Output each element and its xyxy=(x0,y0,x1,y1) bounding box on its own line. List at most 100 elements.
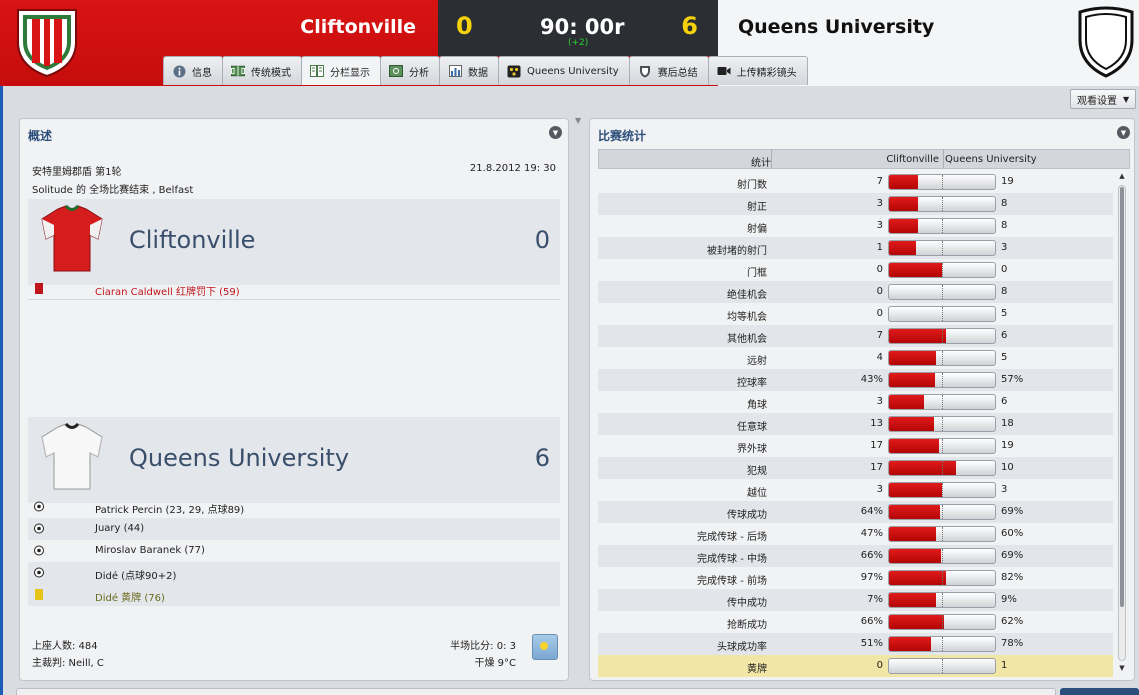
stats-scrollbar[interactable]: ▲ ▼ xyxy=(1116,171,1127,675)
home-team-summary: Cliftonville 0 xyxy=(28,199,560,285)
stat-name: 被封堵的射门 xyxy=(707,246,767,257)
column-header-away[interactable]: Queens University xyxy=(945,154,1037,165)
analysis-icon xyxy=(389,65,403,78)
stat-row: 完成传球 - 前场 97% 82% xyxy=(598,567,1113,589)
stat-away-value: 60% xyxy=(1001,528,1024,539)
stat-bar-fill xyxy=(889,505,940,519)
stat-name: 门框 xyxy=(747,268,767,279)
scroll-down-icon[interactable]: ▼ xyxy=(1117,663,1127,673)
view-settings-label: 观看设置 xyxy=(1077,95,1117,107)
home-shirt-icon xyxy=(41,204,103,272)
stat-row: 传球成功 64% 69% xyxy=(598,501,1113,523)
stat-away-value: 10 xyxy=(1001,462,1014,473)
stat-home-value: 66% xyxy=(860,550,883,561)
stat-bar-fill xyxy=(889,351,936,365)
stat-row: 远射 4 5 xyxy=(598,347,1113,369)
stat-comparison-bar xyxy=(888,416,996,432)
match-header: Cliftonville 0 90: 00r (+2) 6 Queens Uni… xyxy=(0,0,1139,86)
view-settings-button[interactable]: 观看设置 ▼ xyxy=(1070,89,1136,109)
stat-comparison-bar xyxy=(888,460,996,476)
stat-bar-midline xyxy=(942,373,943,387)
column-header-stat[interactable]: 统计 xyxy=(599,154,771,169)
stat-away-value: 19 xyxy=(1001,176,1014,187)
stat-bar-fill xyxy=(889,549,941,563)
stat-bar-midline xyxy=(942,197,943,211)
home-crest-icon xyxy=(17,9,77,78)
column-header-home[interactable]: Cliftonville xyxy=(773,154,939,165)
stat-home-value: 17 xyxy=(870,462,883,473)
match-event: Miroslav Baranek (77) xyxy=(28,540,560,562)
stat-comparison-bar xyxy=(888,438,996,454)
stat-row: 射正 3 8 xyxy=(598,193,1113,215)
panel-menu-icon[interactable]: ▼ xyxy=(549,126,562,139)
stat-row: 门框 0 0 xyxy=(598,259,1113,281)
stat-comparison-bar xyxy=(888,284,996,300)
stat-away-value: 3 xyxy=(1001,242,1008,253)
tab-label: 赛后总结 xyxy=(657,67,698,79)
panel-splitter-handle[interactable]: ▼ xyxy=(575,116,582,125)
stat-bar-fill xyxy=(889,197,918,211)
stat-name: 远射 xyxy=(747,356,767,367)
panel-menu-icon[interactable]: ▼ xyxy=(1117,126,1130,139)
stat-home-value: 97% xyxy=(860,572,883,583)
stat-bar-midline xyxy=(942,439,943,453)
stat-row: 界外球 17 19 xyxy=(598,435,1113,457)
tab-info[interactable]: 信息 xyxy=(163,56,223,85)
away-team-title[interactable]: Queens University xyxy=(129,444,349,472)
pitch-icon xyxy=(231,65,245,78)
stat-bar-midline xyxy=(942,615,943,629)
stat-bar-midline xyxy=(942,571,943,585)
scrollbar-track[interactable] xyxy=(1118,185,1126,661)
stat-name: 射偏 xyxy=(747,224,767,235)
stat-away-value: 6 xyxy=(1001,396,1008,407)
stat-row: 均等机会 0 5 xyxy=(598,303,1113,325)
continue-button[interactable] xyxy=(1060,688,1139,695)
match-venue: Solitude 的 全场比赛结束 , Belfast xyxy=(32,185,194,196)
stat-bar-midline xyxy=(942,527,943,541)
tab-opponent[interactable]: Queens University xyxy=(498,56,630,85)
stat-home-value: 51% xyxy=(860,638,883,649)
tab-upload-highlights[interactable]: 上传精彩镜头 xyxy=(707,56,808,85)
scrollbar-thumb[interactable] xyxy=(1120,187,1124,607)
stat-bar-fill xyxy=(889,373,935,387)
tab-split-view[interactable]: 分栏显示 xyxy=(301,56,381,85)
home-team-title[interactable]: Cliftonville xyxy=(129,226,255,254)
stat-bar-fill xyxy=(889,241,916,255)
stat-bar-fill xyxy=(889,527,936,541)
tab-data[interactable]: 数据 xyxy=(439,56,499,85)
tab-classic[interactable]: 传统模式 xyxy=(222,56,302,85)
match-event: Patrick Percin (23, 29, 点球89) xyxy=(28,496,560,518)
away-team-name[interactable]: Queens University xyxy=(738,16,934,38)
competition-round: 安特里姆郡盾 第1轮 xyxy=(32,167,122,178)
stat-name: 射正 xyxy=(747,202,767,213)
stat-name: 越位 xyxy=(747,488,767,499)
tab-match-report[interactable]: 赛后总结 xyxy=(628,56,709,85)
column-divider xyxy=(771,150,772,168)
stat-away-value: 62% xyxy=(1001,616,1024,627)
scroll-up-icon[interactable]: ▲ xyxy=(1117,171,1127,181)
stat-bar-fill xyxy=(889,439,939,453)
attendance: 上座人数: 484 xyxy=(32,641,98,652)
stat-bar-midline xyxy=(942,395,943,409)
stat-home-value: 64% xyxy=(860,506,883,517)
stat-away-value: 6 xyxy=(1001,330,1008,341)
stat-bar-fill xyxy=(889,461,956,475)
tab-analysis[interactable]: 分析 xyxy=(380,56,440,85)
info-icon xyxy=(172,65,186,78)
stat-row: 绝佳机会 0 8 xyxy=(598,281,1113,303)
stat-comparison-bar xyxy=(888,614,996,630)
red-card-icon xyxy=(35,283,43,294)
match-clock: 90: 00r xyxy=(540,15,625,39)
stat-comparison-bar xyxy=(888,196,996,212)
tab-label: 分析 xyxy=(409,67,429,79)
home-team-name[interactable]: Cliftonville xyxy=(300,16,416,38)
event-text: Ciaran Caldwell 红牌罚下 (59) xyxy=(95,287,240,298)
stat-bar-midline xyxy=(942,307,943,321)
stat-comparison-bar xyxy=(888,658,996,674)
stat-row: 完成传球 - 中场 66% 69% xyxy=(598,545,1113,567)
stat-bar-midline xyxy=(942,637,943,651)
stat-name: 其他机会 xyxy=(727,334,767,345)
stat-name: 绝佳机会 xyxy=(727,290,767,301)
stat-name: 犯规 xyxy=(747,466,767,477)
match-event: Juary (44) xyxy=(28,518,560,540)
